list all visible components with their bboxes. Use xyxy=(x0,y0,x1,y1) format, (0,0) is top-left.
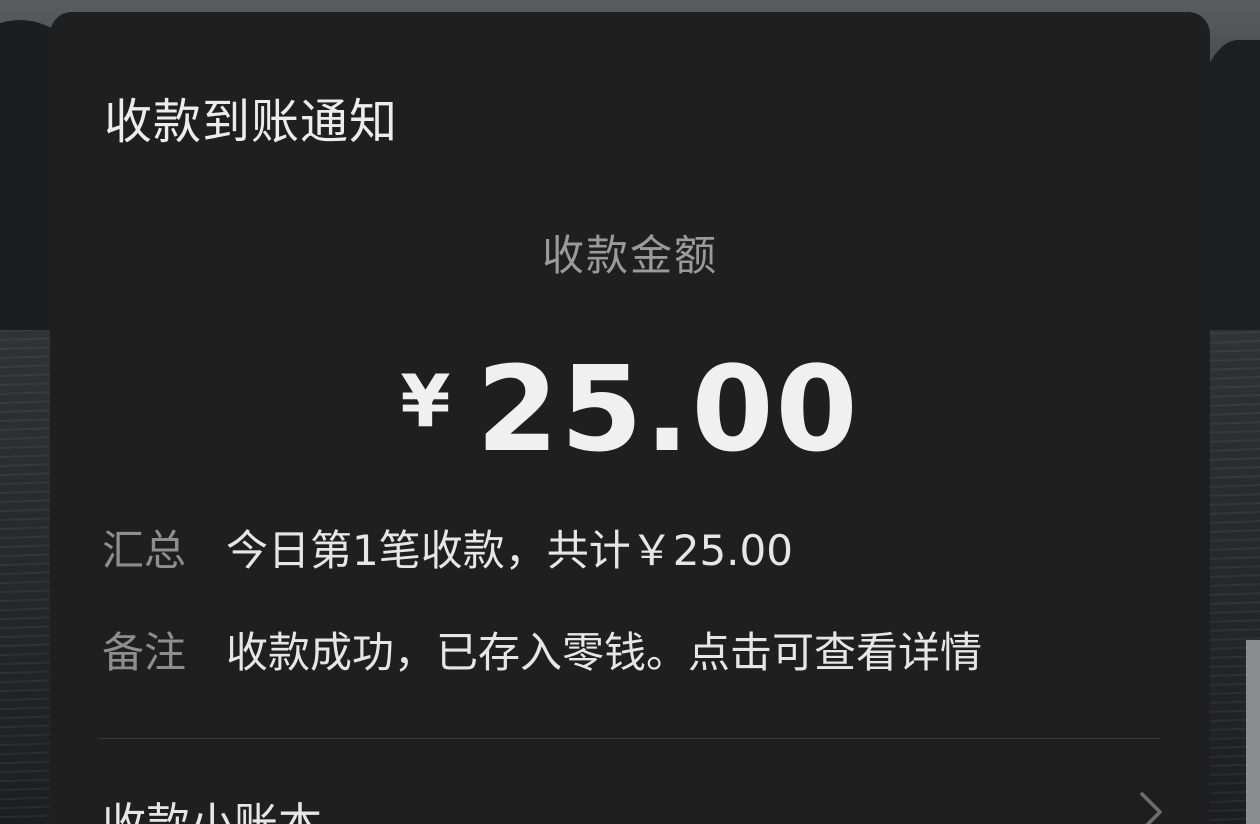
ledger-link-label[interactable]: 收款小账本 xyxy=(102,788,322,824)
currency-symbol: ¥ xyxy=(400,359,451,443)
amount-label: 收款金额 xyxy=(541,231,718,280)
wallpaper-highlight xyxy=(1246,640,1260,824)
remark-key: 备注 xyxy=(102,628,187,677)
amount-display: ¥25.00 xyxy=(50,340,1210,478)
chevron-right-icon[interactable] xyxy=(1136,790,1166,824)
remark-row: 备注 收款成功，已存入零钱。点击可查看详情 xyxy=(102,619,982,680)
summary-value: 今日第1笔收款，共计￥25.00 xyxy=(226,526,793,575)
payment-notification-card[interactable]: 收款到账通知 收款金额 ¥25.00 汇总 今日第1笔收款，共计￥25.00 备注… xyxy=(50,12,1210,824)
remark-value: 收款成功，已存入零钱。点击可查看详情 xyxy=(226,628,983,677)
summary-key: 汇总 xyxy=(102,526,187,575)
summary-row: 汇总 今日第1笔收款，共计￥25.00 xyxy=(102,517,793,578)
divider xyxy=(98,738,1160,739)
notification-title: 收款到账通知 xyxy=(104,94,399,150)
amount-value: 25.00 xyxy=(476,340,860,478)
